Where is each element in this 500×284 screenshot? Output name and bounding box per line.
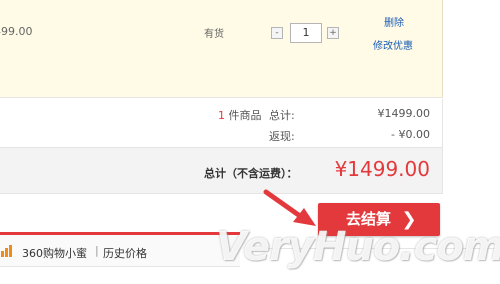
subtotal-label: 总计: bbox=[269, 109, 295, 122]
delete-item-link[interactable]: 删除 bbox=[384, 14, 404, 29]
shopping-helper-title[interactable]: 360购物小蜜 bbox=[22, 245, 87, 261]
rebate-value: - ¥0.00 bbox=[391, 128, 430, 141]
quantity-increase-button[interactable]: + bbox=[327, 27, 339, 39]
price-history-link[interactable]: 历史价格 bbox=[103, 245, 147, 261]
rebate-label: 返现: bbox=[269, 130, 295, 143]
item-count: 1 件商品 bbox=[218, 107, 262, 123]
watermark: VeryHuo.com bbox=[216, 224, 500, 270]
item-price: 499.00 bbox=[0, 25, 33, 38]
item-count-number: 1 bbox=[218, 109, 225, 122]
helper-divider: | bbox=[95, 244, 99, 257]
total-bar: 总计（不含运费）： ¥1499.00 bbox=[0, 147, 443, 194]
shopping-helper-panel: 360购物小蜜 | 历史价格 bbox=[0, 232, 240, 284]
shopping-helper-header: 360购物小蜜 | 历史价格 bbox=[0, 235, 240, 267]
total-value: ¥1499.00 bbox=[334, 157, 430, 181]
arrow-shaft bbox=[263, 189, 303, 219]
edit-promotion-link[interactable]: 修改优惠 bbox=[373, 37, 413, 52]
quantity-input[interactable]: 1 bbox=[290, 23, 322, 43]
item-count-label: 件商品 bbox=[228, 109, 262, 122]
order-summary: 1 件商品 总计: ¥1499.00 返现: - ¥0.00 bbox=[0, 99, 443, 147]
quantity-decrease-button[interactable]: - bbox=[271, 27, 283, 39]
subtotal-value: ¥1499.00 bbox=[377, 107, 431, 120]
total-label: 总计（不含运费）： bbox=[204, 167, 298, 180]
cart-item-row: 499.00 有货 - 1 + 删除 修改优惠 bbox=[0, 0, 443, 98]
bar-chart-icon bbox=[1, 245, 12, 257]
item-stock-status: 有货 bbox=[204, 29, 224, 40]
